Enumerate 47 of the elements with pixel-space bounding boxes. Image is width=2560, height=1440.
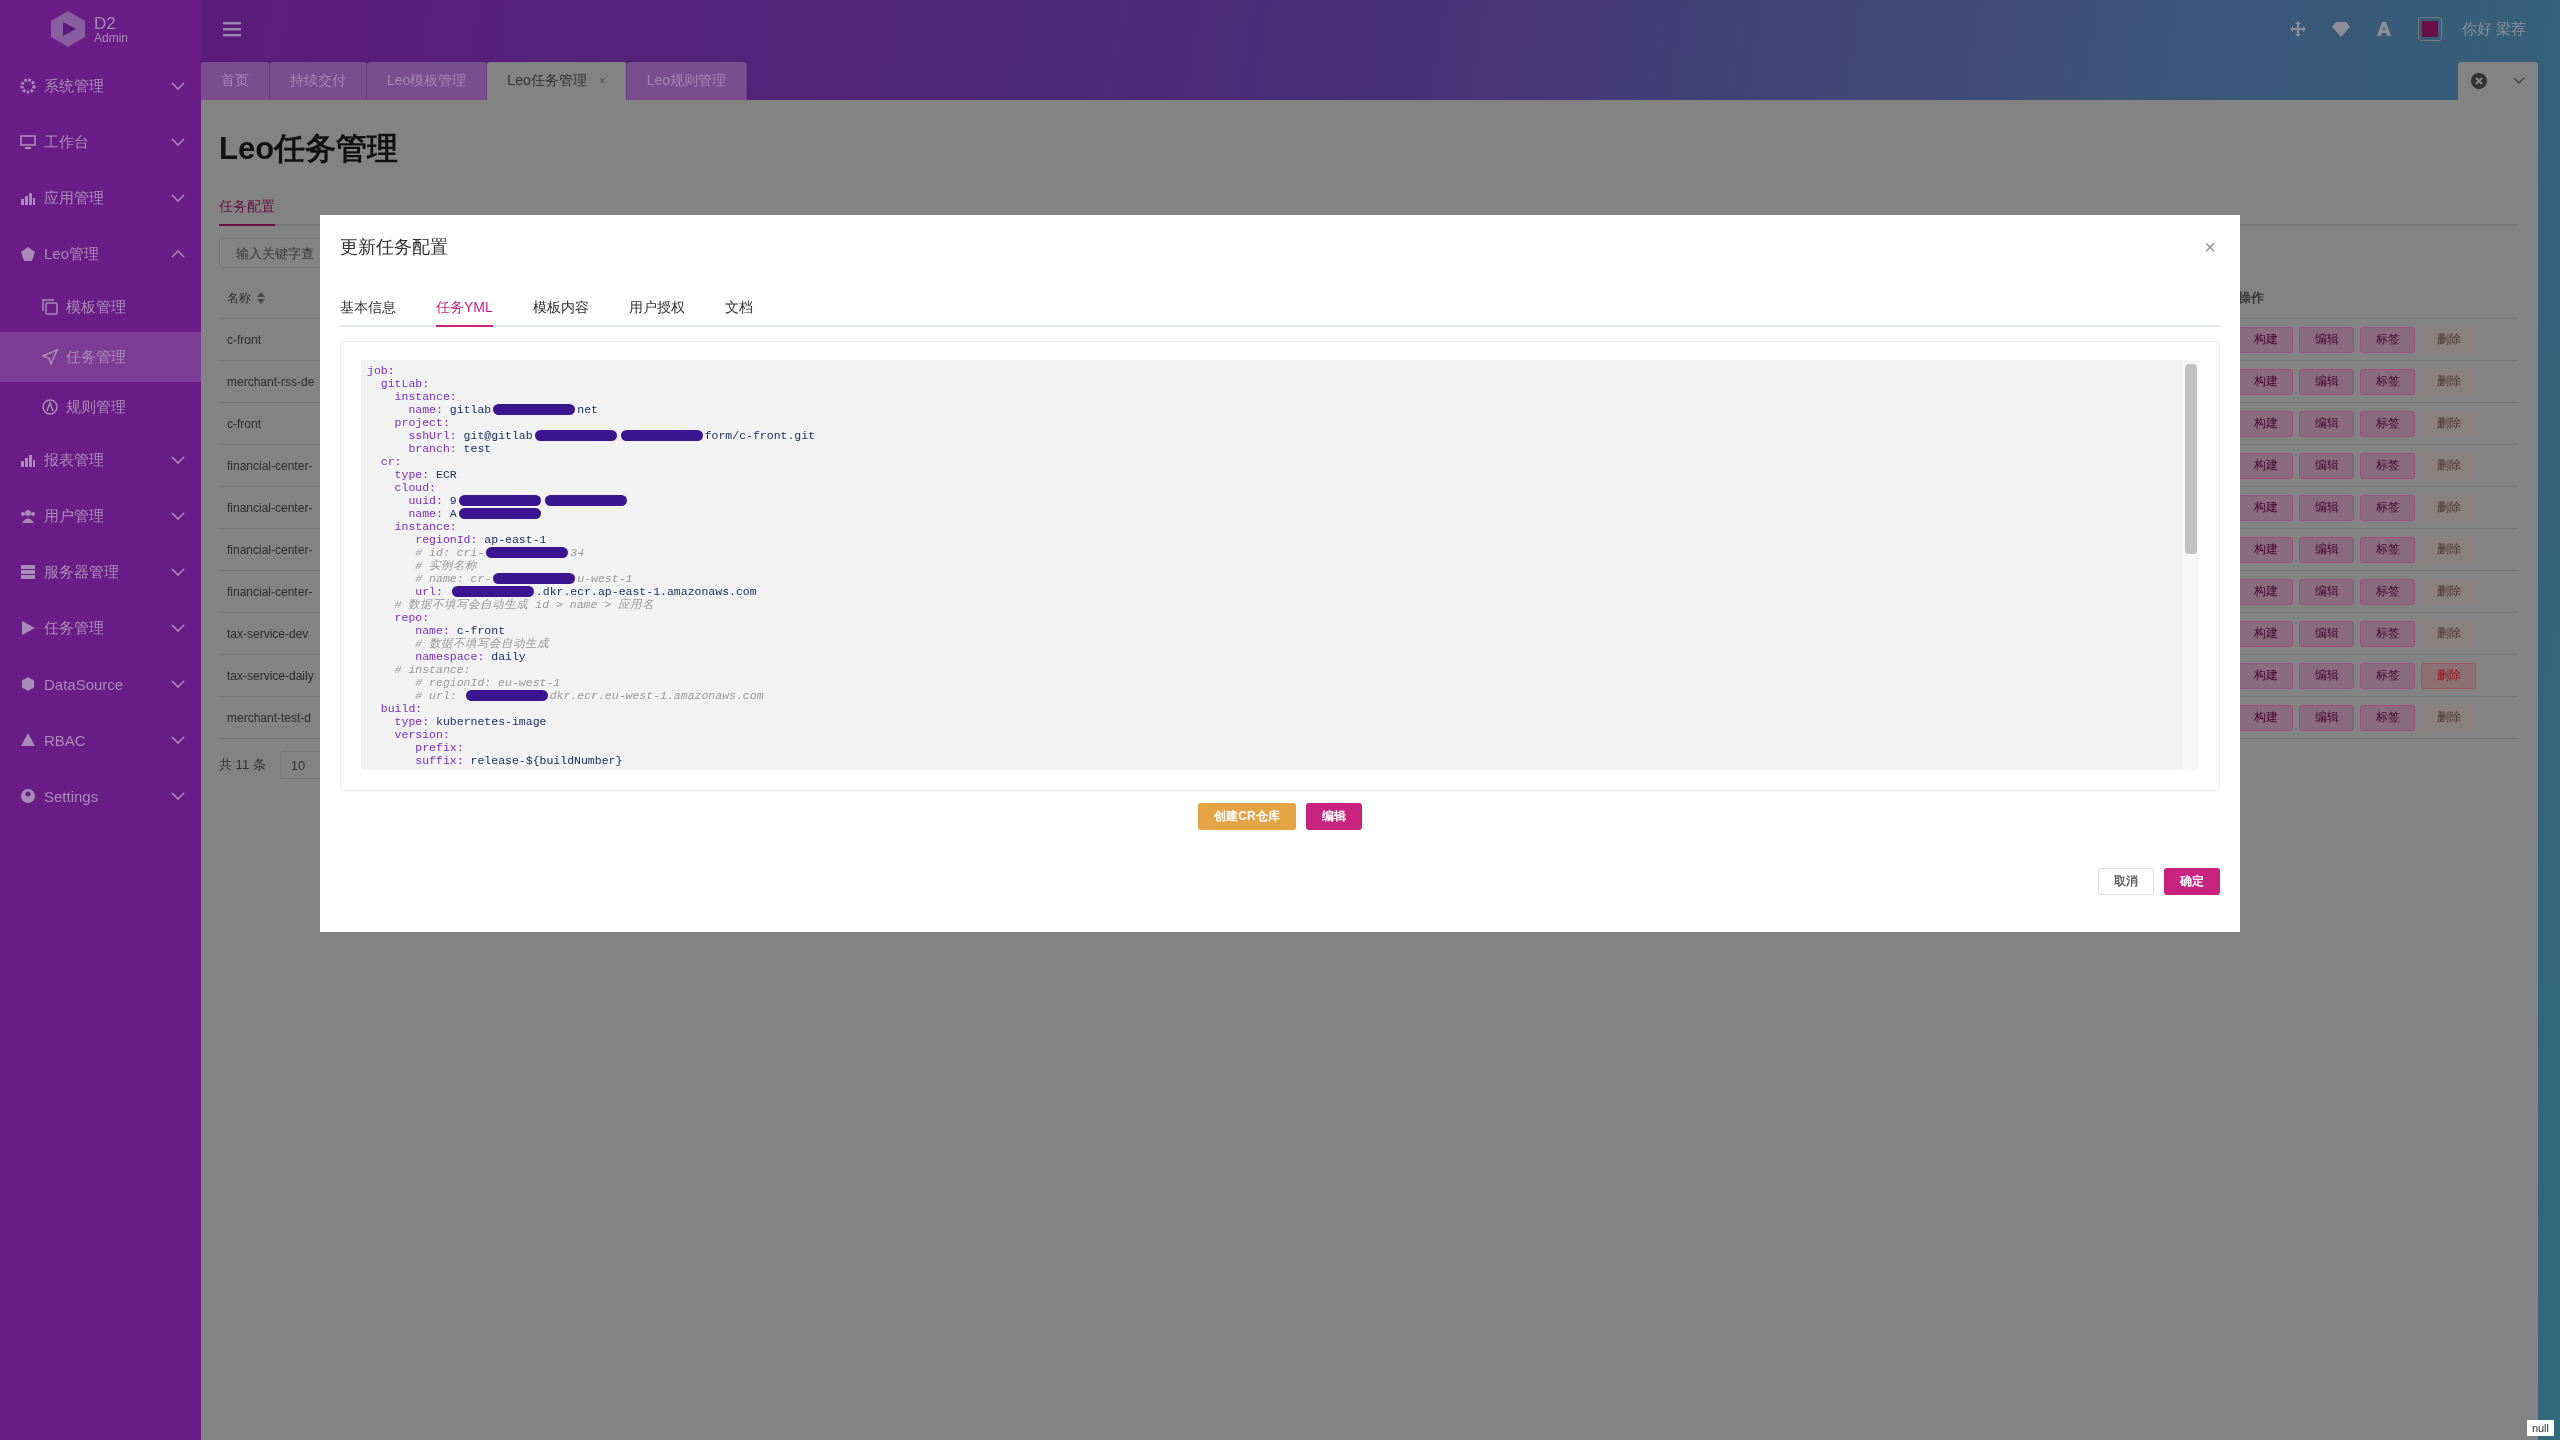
code-line: # id: cri- 34	[414, 546, 585, 559]
code-line: version:	[393, 728, 450, 741]
code-line: type: kubernetes-image	[393, 715, 547, 728]
table-cell-text: merchant-rss-de	[226, 374, 316, 389]
code-line: project:	[393, 416, 450, 429]
code-line: # 数据不填写会自动生成	[414, 637, 550, 650]
table-cell-text: c-front	[226, 416, 262, 431]
code-line: # 实例名称	[414, 559, 478, 572]
code-line: instance:	[393, 390, 457, 403]
code-line: regionId: ap-east-1	[414, 533, 547, 546]
code-line: name: gitlab net	[407, 403, 598, 416]
code-line: # 数据不填写会自动生成 id > name > 应用名	[393, 598, 655, 611]
table-cell-text: c-front	[226, 332, 262, 347]
code-line: url: .dkr.ecr.ap-east-1.amazonaws.com	[415, 585, 757, 598]
logo-title: D2	[94, 14, 117, 32]
code-line: name: A	[367, 507, 543, 520]
logo-subtitle: Admin	[94, 31, 128, 44]
code-line: # url: dkr.ecr.eu-west-1.amazonaws.com	[414, 689, 764, 702]
code-line: uuid: 9	[367, 494, 629, 507]
code-line: job:	[367, 364, 395, 377]
dialog-title: 更新任务配置	[340, 236, 448, 259]
code-line: cloud:	[393, 481, 436, 494]
code-line: type: ECR	[393, 468, 457, 481]
code-line: # regionId: eu-west-1	[414, 676, 561, 689]
table-cell-text: financial-center-	[226, 500, 314, 515]
code-line: branch: test	[407, 442, 492, 455]
code-line: # name: cr- u-west-1	[414, 572, 633, 585]
code-line: build:	[379, 702, 423, 715]
table-cell-text: tax-service-dev	[226, 626, 310, 641]
total-count: 共 11 条	[219, 756, 266, 774]
table-cell-text: financial-center-	[226, 458, 314, 473]
code-line: prefix:	[414, 741, 464, 754]
code-line: repo:	[393, 611, 430, 624]
page-title: Leo任务管理	[219, 130, 400, 168]
code-line: cr:	[379, 455, 402, 468]
table-cell-text: merchant-test-d	[226, 710, 313, 725]
code-line: # instance:	[393, 663, 471, 676]
table-cell-text: financial-center-	[226, 584, 314, 599]
code-line: sshUrl: git@gitlab form/c-front.git	[407, 429, 816, 442]
code-line: instance:	[393, 520, 457, 533]
corner-tag: null	[2526, 1420, 2554, 1436]
code-line: gitLab:	[379, 377, 430, 390]
table-cell-text: tax-service-daily	[226, 668, 315, 683]
code-line: suffix: release-${buildNumber}	[414, 754, 623, 767]
code-line: namespace: daily	[414, 650, 526, 663]
code-line: name: c-front	[414, 624, 506, 637]
table-cell-text: financial-center-	[226, 542, 314, 557]
